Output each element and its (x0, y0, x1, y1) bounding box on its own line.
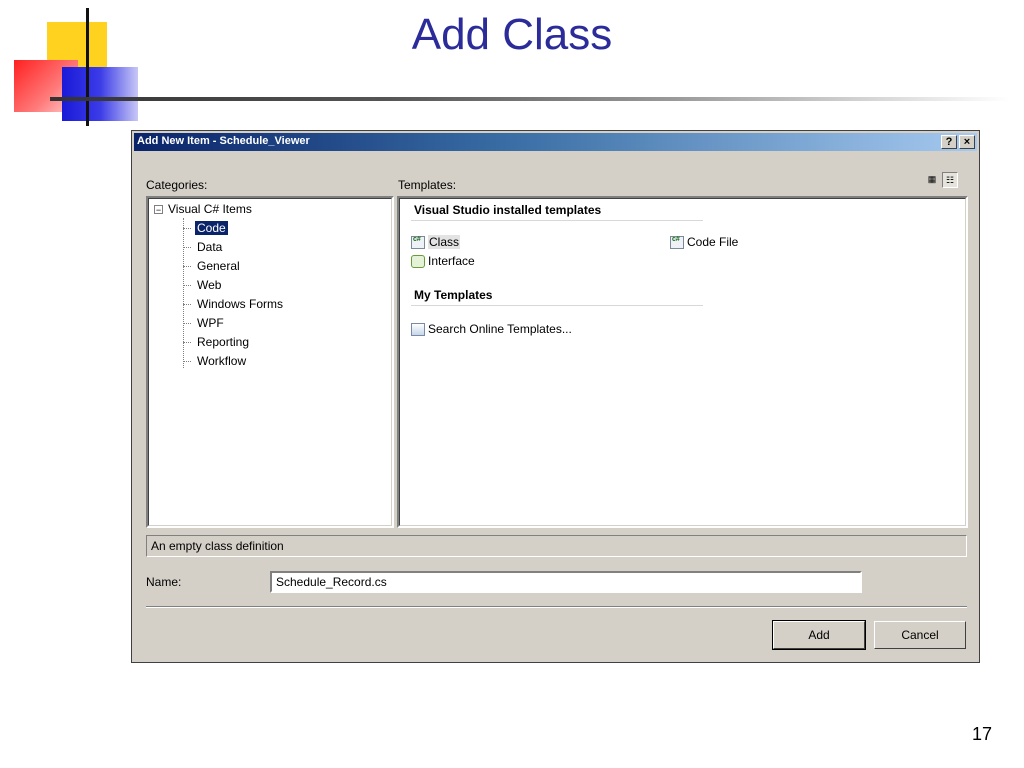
template-search-online[interactable]: Search Online Templates... (411, 322, 572, 336)
tree-item-workflow[interactable]: Workflow (183, 353, 248, 369)
tree-item-reporting[interactable]: Reporting (183, 334, 251, 350)
my-templates-heading: My Templates (414, 288, 493, 302)
name-input[interactable] (270, 571, 862, 593)
page-number: 17 (971, 724, 992, 744)
templates-list[interactable]: Visual Studio installed templates Class … (397, 196, 968, 528)
template-interface[interactable]: Interface (411, 254, 475, 268)
tree-item-windows-forms[interactable]: Windows Forms (183, 296, 285, 312)
csharp-class-icon (411, 235, 425, 249)
csharp-code-file-icon (670, 235, 684, 249)
tree-item-data[interactable]: Data (183, 239, 224, 255)
template-description: An empty class definition (146, 535, 967, 557)
help-button[interactable]: ? (941, 135, 957, 149)
template-class[interactable]: Class (411, 235, 461, 249)
interface-icon (411, 254, 425, 268)
tree-root-label: Visual C# Items (168, 202, 252, 216)
tree-root-visual-csharp-items[interactable]: − Visual C# Items (154, 202, 252, 216)
heading-divider (411, 220, 703, 221)
templates-label: Templates: (398, 178, 457, 192)
search-online-icon (411, 322, 425, 336)
categories-label: Categories: (146, 178, 208, 192)
categories-tree[interactable]: − Visual C# Items Code Data General Web … (146, 196, 394, 528)
button-separator (146, 606, 967, 608)
tree-item-web[interactable]: Web (183, 277, 223, 293)
tree-item-code[interactable]: Code (183, 220, 229, 236)
cancel-button[interactable]: Cancel (874, 621, 966, 649)
tree-item-general[interactable]: General (183, 258, 242, 274)
close-button[interactable]: × (959, 135, 975, 149)
decor-horizontal-rule (50, 97, 1010, 101)
dialog-titlebar[interactable]: Add New Item - Schedule_Viewer ? × (134, 133, 977, 151)
large-icons-view-button[interactable]: ▦ (924, 172, 940, 188)
decor-blue-square (62, 67, 138, 121)
tree-item-wpf[interactable]: WPF (183, 315, 226, 331)
slide-title: Add Class (411, 10, 613, 59)
dialog-title: Add New Item - Schedule_Viewer (137, 135, 310, 147)
heading-divider (411, 305, 703, 306)
add-button[interactable]: Add (772, 620, 866, 650)
add-new-item-dialog: Add New Item - Schedule_Viewer ? × Categ… (131, 130, 980, 663)
small-icons-view-button[interactable]: ☷ (942, 172, 958, 188)
template-code-file[interactable]: Code File (670, 235, 738, 249)
tree-collapse-icon[interactable]: − (154, 204, 163, 214)
installed-templates-heading: Visual Studio installed templates (414, 203, 602, 217)
name-label: Name: (146, 575, 182, 589)
